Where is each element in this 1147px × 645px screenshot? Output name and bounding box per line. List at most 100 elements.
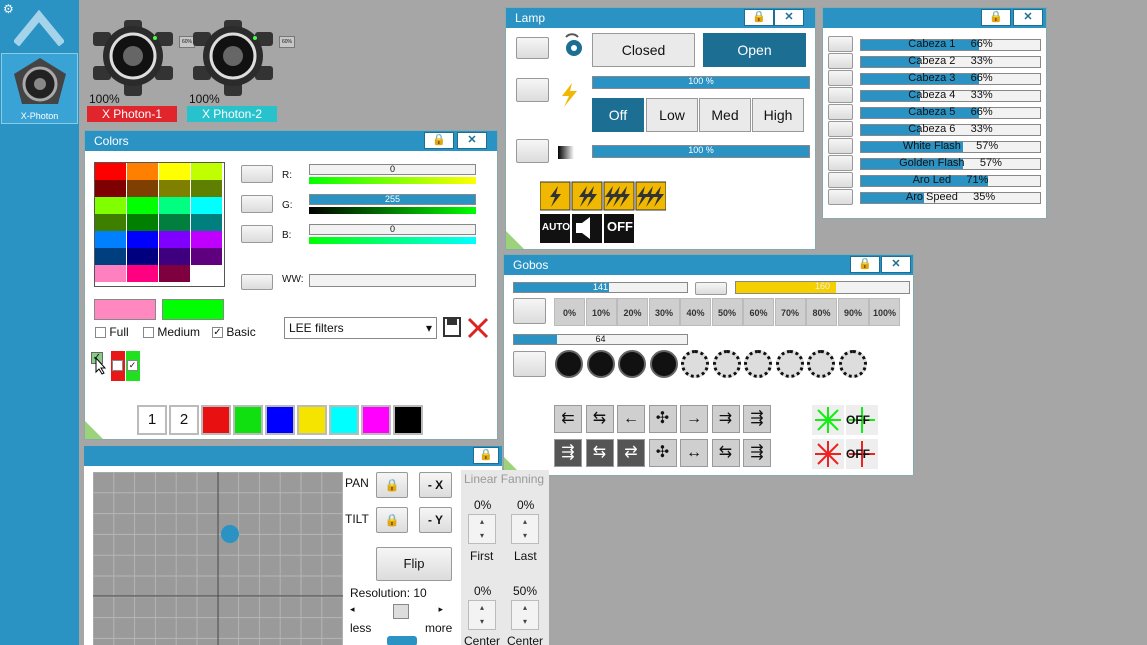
- movement-arrow-button[interactable]: ↔: [680, 439, 708, 467]
- dimmer-reset-button[interactable]: [516, 139, 549, 163]
- movement-arrow-button[interactable]: ⇆: [585, 439, 614, 467]
- gobo2-slider[interactable]: 64: [513, 334, 688, 345]
- filter-medium[interactable]: Medium: [143, 325, 200, 339]
- channel-slider[interactable]: Cabeza 1 66%: [860, 39, 1041, 51]
- palette-color[interactable]: [159, 163, 190, 180]
- resolution-thumb[interactable]: [393, 604, 409, 619]
- palette-color[interactable]: [191, 248, 222, 265]
- gobo-percent-button[interactable]: 20%: [617, 298, 648, 326]
- palette-color[interactable]: [191, 163, 222, 180]
- pantilt-grid[interactable]: [93, 472, 343, 645]
- movement-arrow-button[interactable]: ⇶: [743, 405, 771, 433]
- flip-button[interactable]: Flip: [376, 547, 452, 581]
- strobe-reset-button[interactable]: [516, 78, 549, 102]
- level-med-button[interactable]: Med: [699, 98, 751, 132]
- color-palette[interactable]: [94, 162, 225, 287]
- palette-color[interactable]: [127, 180, 158, 197]
- channel-slider[interactable]: White Flash 57%: [860, 141, 1041, 153]
- ww-slider[interactable]: [309, 274, 476, 287]
- palette-color[interactable]: [95, 163, 126, 180]
- lock-icon[interactable]: 🔒: [850, 256, 880, 273]
- color-preset[interactable]: [393, 405, 423, 435]
- gobo-wheel-icon[interactable]: [712, 350, 741, 378]
- palette-color[interactable]: [159, 231, 190, 248]
- gobo-wheel-icon[interactable]: [555, 350, 583, 378]
- gear-icon[interactable]: ⚙: [3, 2, 14, 16]
- center2-stepper[interactable]: ▴ ▾: [511, 600, 539, 630]
- channel-slider[interactable]: Cabeza 2 33%: [860, 56, 1041, 68]
- resize-handle-icon[interactable]: [85, 421, 103, 439]
- channel-reset-button[interactable]: [828, 121, 853, 137]
- gobo-reset-button[interactable]: [513, 298, 546, 324]
- palette-color[interactable]: [159, 214, 190, 231]
- strobe-slider[interactable]: 100 %: [592, 76, 810, 89]
- green-reset-button[interactable]: [241, 195, 273, 213]
- channel-reset-button[interactable]: [828, 155, 853, 171]
- chevron-left-icon[interactable]: ◂: [350, 604, 355, 615]
- shutter-closed-button[interactable]: Closed: [592, 33, 695, 67]
- gobo-wheel-slider[interactable]: 141: [513, 282, 688, 293]
- palette-color[interactable]: [95, 265, 126, 282]
- palette-color[interactable]: [95, 197, 126, 214]
- palette-color[interactable]: [191, 197, 222, 214]
- lock-icon[interactable]: 🔒: [424, 132, 454, 149]
- gobo-percent-button[interactable]: 80%: [806, 298, 837, 326]
- palette-color[interactable]: [191, 214, 222, 231]
- blue-reset-button[interactable]: [241, 225, 273, 243]
- blue-slider[interactable]: 0: [309, 224, 476, 235]
- palette-color[interactable]: [159, 265, 190, 282]
- movement-arrow-button[interactable]: ⇶: [554, 439, 582, 467]
- channel-slider[interactable]: Golden Flash 57%: [860, 158, 1041, 170]
- lock-icon[interactable]: 🔒: [473, 447, 499, 464]
- level-high-button[interactable]: High: [752, 98, 804, 132]
- red-channel-toggle[interactable]: [111, 351, 125, 381]
- fixture-card[interactable]: 60% 100% X Photon-1: [87, 20, 195, 122]
- color-preset[interactable]: [201, 405, 231, 435]
- close-icon[interactable]: ✕: [881, 256, 911, 273]
- palette-color[interactable]: [159, 197, 190, 214]
- palette-color[interactable]: [127, 214, 158, 231]
- movement-arrow-button[interactable]: →: [680, 405, 708, 433]
- palette-color[interactable]: [127, 248, 158, 265]
- close-icon[interactable]: ✕: [774, 9, 804, 26]
- gobo-wheel-icon[interactable]: [618, 350, 646, 378]
- color-preset[interactable]: [329, 405, 359, 435]
- ww-reset-button[interactable]: [241, 274, 273, 290]
- chevron-up-icon[interactable]: [14, 10, 64, 46]
- movement-arrow-button[interactable]: ✣: [648, 439, 677, 467]
- channel-slider[interactable]: Cabeza 4 33%: [860, 90, 1041, 102]
- level-off-button[interactable]: Off: [592, 98, 644, 132]
- resolution-slider[interactable]: ◂ ▸: [350, 604, 455, 619]
- save-icon[interactable]: [443, 317, 461, 337]
- close-icon[interactable]: ✕: [457, 132, 487, 149]
- gobo-wheel-icon[interactable]: [681, 350, 709, 378]
- channel-reset-button[interactable]: [828, 36, 853, 52]
- movement-arrow-button[interactable]: ←: [617, 405, 645, 433]
- filter-basic[interactable]: ✓ Basic: [212, 325, 256, 339]
- palette-color[interactable]: [127, 231, 158, 248]
- gobo2-reset-button[interactable]: [513, 351, 546, 377]
- first-stepper[interactable]: ▴ ▾: [468, 514, 496, 544]
- channel-slider[interactable]: Aro Led 71%: [860, 175, 1041, 187]
- movement-arrow-button[interactable]: ⇇: [554, 405, 582, 433]
- fixture-card[interactable]: 60% 100% X Photon-2: [187, 20, 295, 122]
- filter-full[interactable]: Full: [95, 325, 129, 339]
- color-preset[interactable]: [265, 405, 295, 435]
- dimmer-slider[interactable]: 100 %: [592, 145, 810, 158]
- gobo-percent-button[interactable]: 50%: [711, 298, 743, 326]
- resize-handle-icon[interactable]: [506, 231, 524, 249]
- movement-arrow-button[interactable]: ⇶: [743, 439, 771, 467]
- gobo-wheel-icon[interactable]: [838, 350, 867, 378]
- channel-slider[interactable]: Cabeza 3 66%: [860, 73, 1041, 85]
- color-preset[interactable]: [233, 405, 263, 435]
- palette-color[interactable]: [191, 231, 222, 248]
- palette-color[interactable]: [127, 163, 158, 180]
- channel-reset-button[interactable]: [828, 53, 853, 69]
- filter-dropdown[interactable]: LEE filters ▾: [284, 317, 437, 339]
- gobo-rotation-slider[interactable]: 160: [735, 281, 910, 294]
- movement-arrow-button[interactable]: ⇄: [617, 439, 645, 467]
- channel-slider[interactable]: Cabeza 6 33%: [860, 124, 1041, 136]
- fixture-selector[interactable]: X-Photon: [1, 53, 78, 124]
- gobo-wheel-icon[interactable]: [586, 350, 615, 378]
- channel-reset-button[interactable]: [828, 189, 853, 205]
